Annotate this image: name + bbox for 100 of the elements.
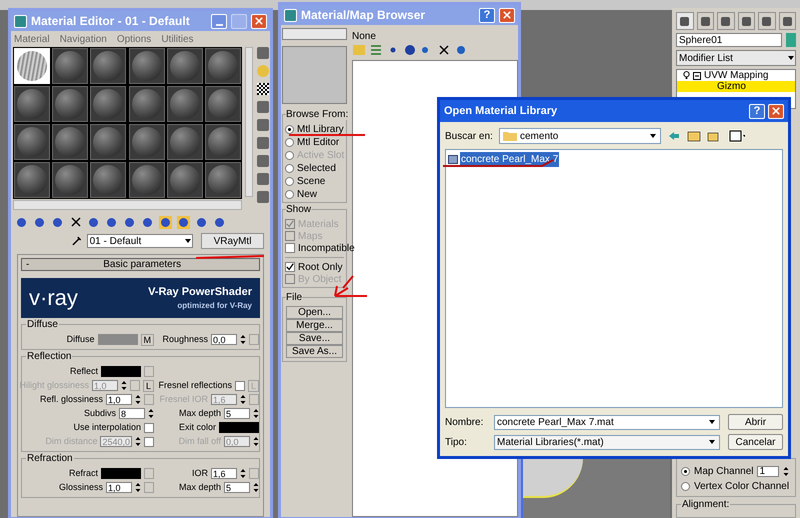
number-field[interactable]: 1,0 xyxy=(106,394,132,405)
checkbox[interactable] xyxy=(285,262,295,272)
color-swatch[interactable] xyxy=(98,334,138,345)
large-sphere-icon[interactable] xyxy=(403,43,417,57)
radio-button[interactable] xyxy=(285,176,294,186)
color-swatch[interactable] xyxy=(101,468,141,479)
dialog-button[interactable]: Abrir xyxy=(728,414,783,430)
spinner-arrows-icon[interactable] xyxy=(783,466,790,477)
material-sample-slot[interactable] xyxy=(128,48,164,84)
material-sample-slot[interactable] xyxy=(204,86,241,122)
spinner-arrows-icon[interactable] xyxy=(240,468,246,479)
radio-button[interactable] xyxy=(681,467,690,476)
file-type-dropdown[interactable]: Material Libraries(*.mat) xyxy=(494,434,720,450)
checker-icon[interactable] xyxy=(257,83,269,95)
material-sample-slot[interactable] xyxy=(14,162,50,198)
menu-item[interactable]: Utilities xyxy=(161,32,194,46)
help-button[interactable]: ? xyxy=(479,8,495,22)
modifier-list-dropdown[interactable]: Modifier List xyxy=(676,50,796,66)
checkbox[interactable] xyxy=(234,380,245,390)
horizontal-scrollbar[interactable] xyxy=(13,200,242,210)
material-sample-slot[interactable] xyxy=(166,86,203,122)
number-field[interactable]: 1 xyxy=(757,466,780,477)
stack-sub-item[interactable]: Gizmo xyxy=(677,81,795,92)
checkbox[interactable] xyxy=(285,243,295,253)
file-button[interactable]: Merge... xyxy=(286,319,343,332)
material-sample-slot[interactable] xyxy=(204,48,241,84)
back-arrow-icon[interactable] xyxy=(667,129,681,143)
material-sample-slot[interactable] xyxy=(52,86,88,122)
material-sample-slot[interactable] xyxy=(166,48,203,84)
material-sample-slot[interactable] xyxy=(14,86,50,122)
spinner-arrows-icon[interactable] xyxy=(135,482,141,493)
number-field[interactable]: 5 xyxy=(224,408,250,419)
spinner-arrows-icon[interactable] xyxy=(135,394,141,405)
menu-item[interactable]: Options xyxy=(116,32,152,46)
color-swatch[interactable] xyxy=(101,366,141,377)
close-button[interactable] xyxy=(499,8,515,22)
number-field[interactable]: 1,6 xyxy=(211,468,237,479)
radio-button[interactable] xyxy=(285,138,294,146)
rollout-header[interactable]: - Basic parameters xyxy=(21,258,260,271)
number-field[interactable]: 8 xyxy=(119,408,145,419)
file-button[interactable]: Open... xyxy=(286,306,343,319)
menu-item[interactable]: Material xyxy=(14,32,50,46)
name-field[interactable] xyxy=(282,28,347,40)
menu-item[interactable]: Navigation xyxy=(60,32,107,46)
number-field[interactable]: 1,0 xyxy=(106,482,132,493)
help-button[interactable]: ? xyxy=(749,104,765,118)
material-sample-slot[interactable] xyxy=(52,162,88,198)
material-sample-slot[interactable] xyxy=(204,162,241,198)
dialog-button[interactable]: Cancelar xyxy=(728,434,783,450)
material-sample-slot[interactable] xyxy=(166,124,203,160)
number-field[interactable]: 5 xyxy=(224,482,250,493)
radio-button[interactable] xyxy=(285,124,294,134)
number-field[interactable]: 0,0 xyxy=(211,334,237,345)
material-sample-slot[interactable] xyxy=(166,162,203,198)
view-menu-icon[interactable] xyxy=(727,129,745,143)
material-sample-slot[interactable] xyxy=(52,124,88,160)
delete-icon[interactable] xyxy=(69,216,82,228)
material-sample-slot[interactable] xyxy=(52,48,88,84)
vertical-scrollbar[interactable] xyxy=(245,47,253,197)
spinner-arrows-icon[interactable] xyxy=(148,408,154,419)
material-sample-slot[interactable] xyxy=(90,86,126,122)
material-name-dropdown[interactable]: 01 - Default xyxy=(86,234,194,248)
stack-item[interactable]: UVW Mapping xyxy=(704,68,768,83)
file-button[interactable]: Save As... xyxy=(286,345,343,358)
material-sample-slot[interactable] xyxy=(90,162,126,198)
folder-up-icon[interactable] xyxy=(687,129,701,143)
radio-button[interactable] xyxy=(681,482,690,491)
spinner-arrows-icon[interactable] xyxy=(253,436,259,447)
close-button[interactable] xyxy=(251,14,267,28)
light-bulb-icon[interactable] xyxy=(683,71,690,80)
color-swatch[interactable] xyxy=(219,422,259,433)
object-name-field[interactable]: Sphere01 xyxy=(676,33,782,47)
material-sample-slot[interactable] xyxy=(90,48,126,84)
material-sample-slot[interactable] xyxy=(128,162,164,198)
minimize-button[interactable] xyxy=(211,14,227,28)
radio-button[interactable] xyxy=(285,190,294,198)
spinner-arrows-icon[interactable] xyxy=(253,482,259,493)
object-color-swatch[interactable] xyxy=(786,33,796,47)
material-sample-slot[interactable] xyxy=(128,86,164,122)
close-button[interactable] xyxy=(768,104,784,118)
list-icons-view-icon[interactable] xyxy=(369,43,383,57)
spinner-arrows-icon[interactable] xyxy=(253,408,259,419)
spinner-arrows-icon[interactable] xyxy=(135,436,141,447)
material-sample-slot[interactable] xyxy=(128,124,164,160)
material-sample-slot[interactable] xyxy=(14,48,50,84)
material-sample-slot[interactable] xyxy=(90,124,126,160)
file-button[interactable]: Save... xyxy=(286,332,343,345)
checkbox[interactable] xyxy=(144,422,154,432)
material-sample-slot[interactable] xyxy=(204,124,241,160)
toggle-button[interactable]: M xyxy=(140,334,154,346)
material-type-button[interactable]: VRayMtl xyxy=(201,233,264,249)
folder-dropdown[interactable]: cemento xyxy=(499,128,661,144)
spinner-arrows-icon[interactable] xyxy=(240,334,246,345)
eyedropper-icon[interactable] xyxy=(71,235,83,247)
radio-button[interactable] xyxy=(285,164,294,172)
spinner-arrows-icon[interactable] xyxy=(120,380,127,391)
file-name-field[interactable]: concrete Pearl_Max 7.mat xyxy=(494,414,720,430)
square-icon[interactable] xyxy=(257,101,269,113)
delete-icon[interactable] xyxy=(437,43,451,57)
material-sample-slot[interactable] xyxy=(14,124,50,160)
